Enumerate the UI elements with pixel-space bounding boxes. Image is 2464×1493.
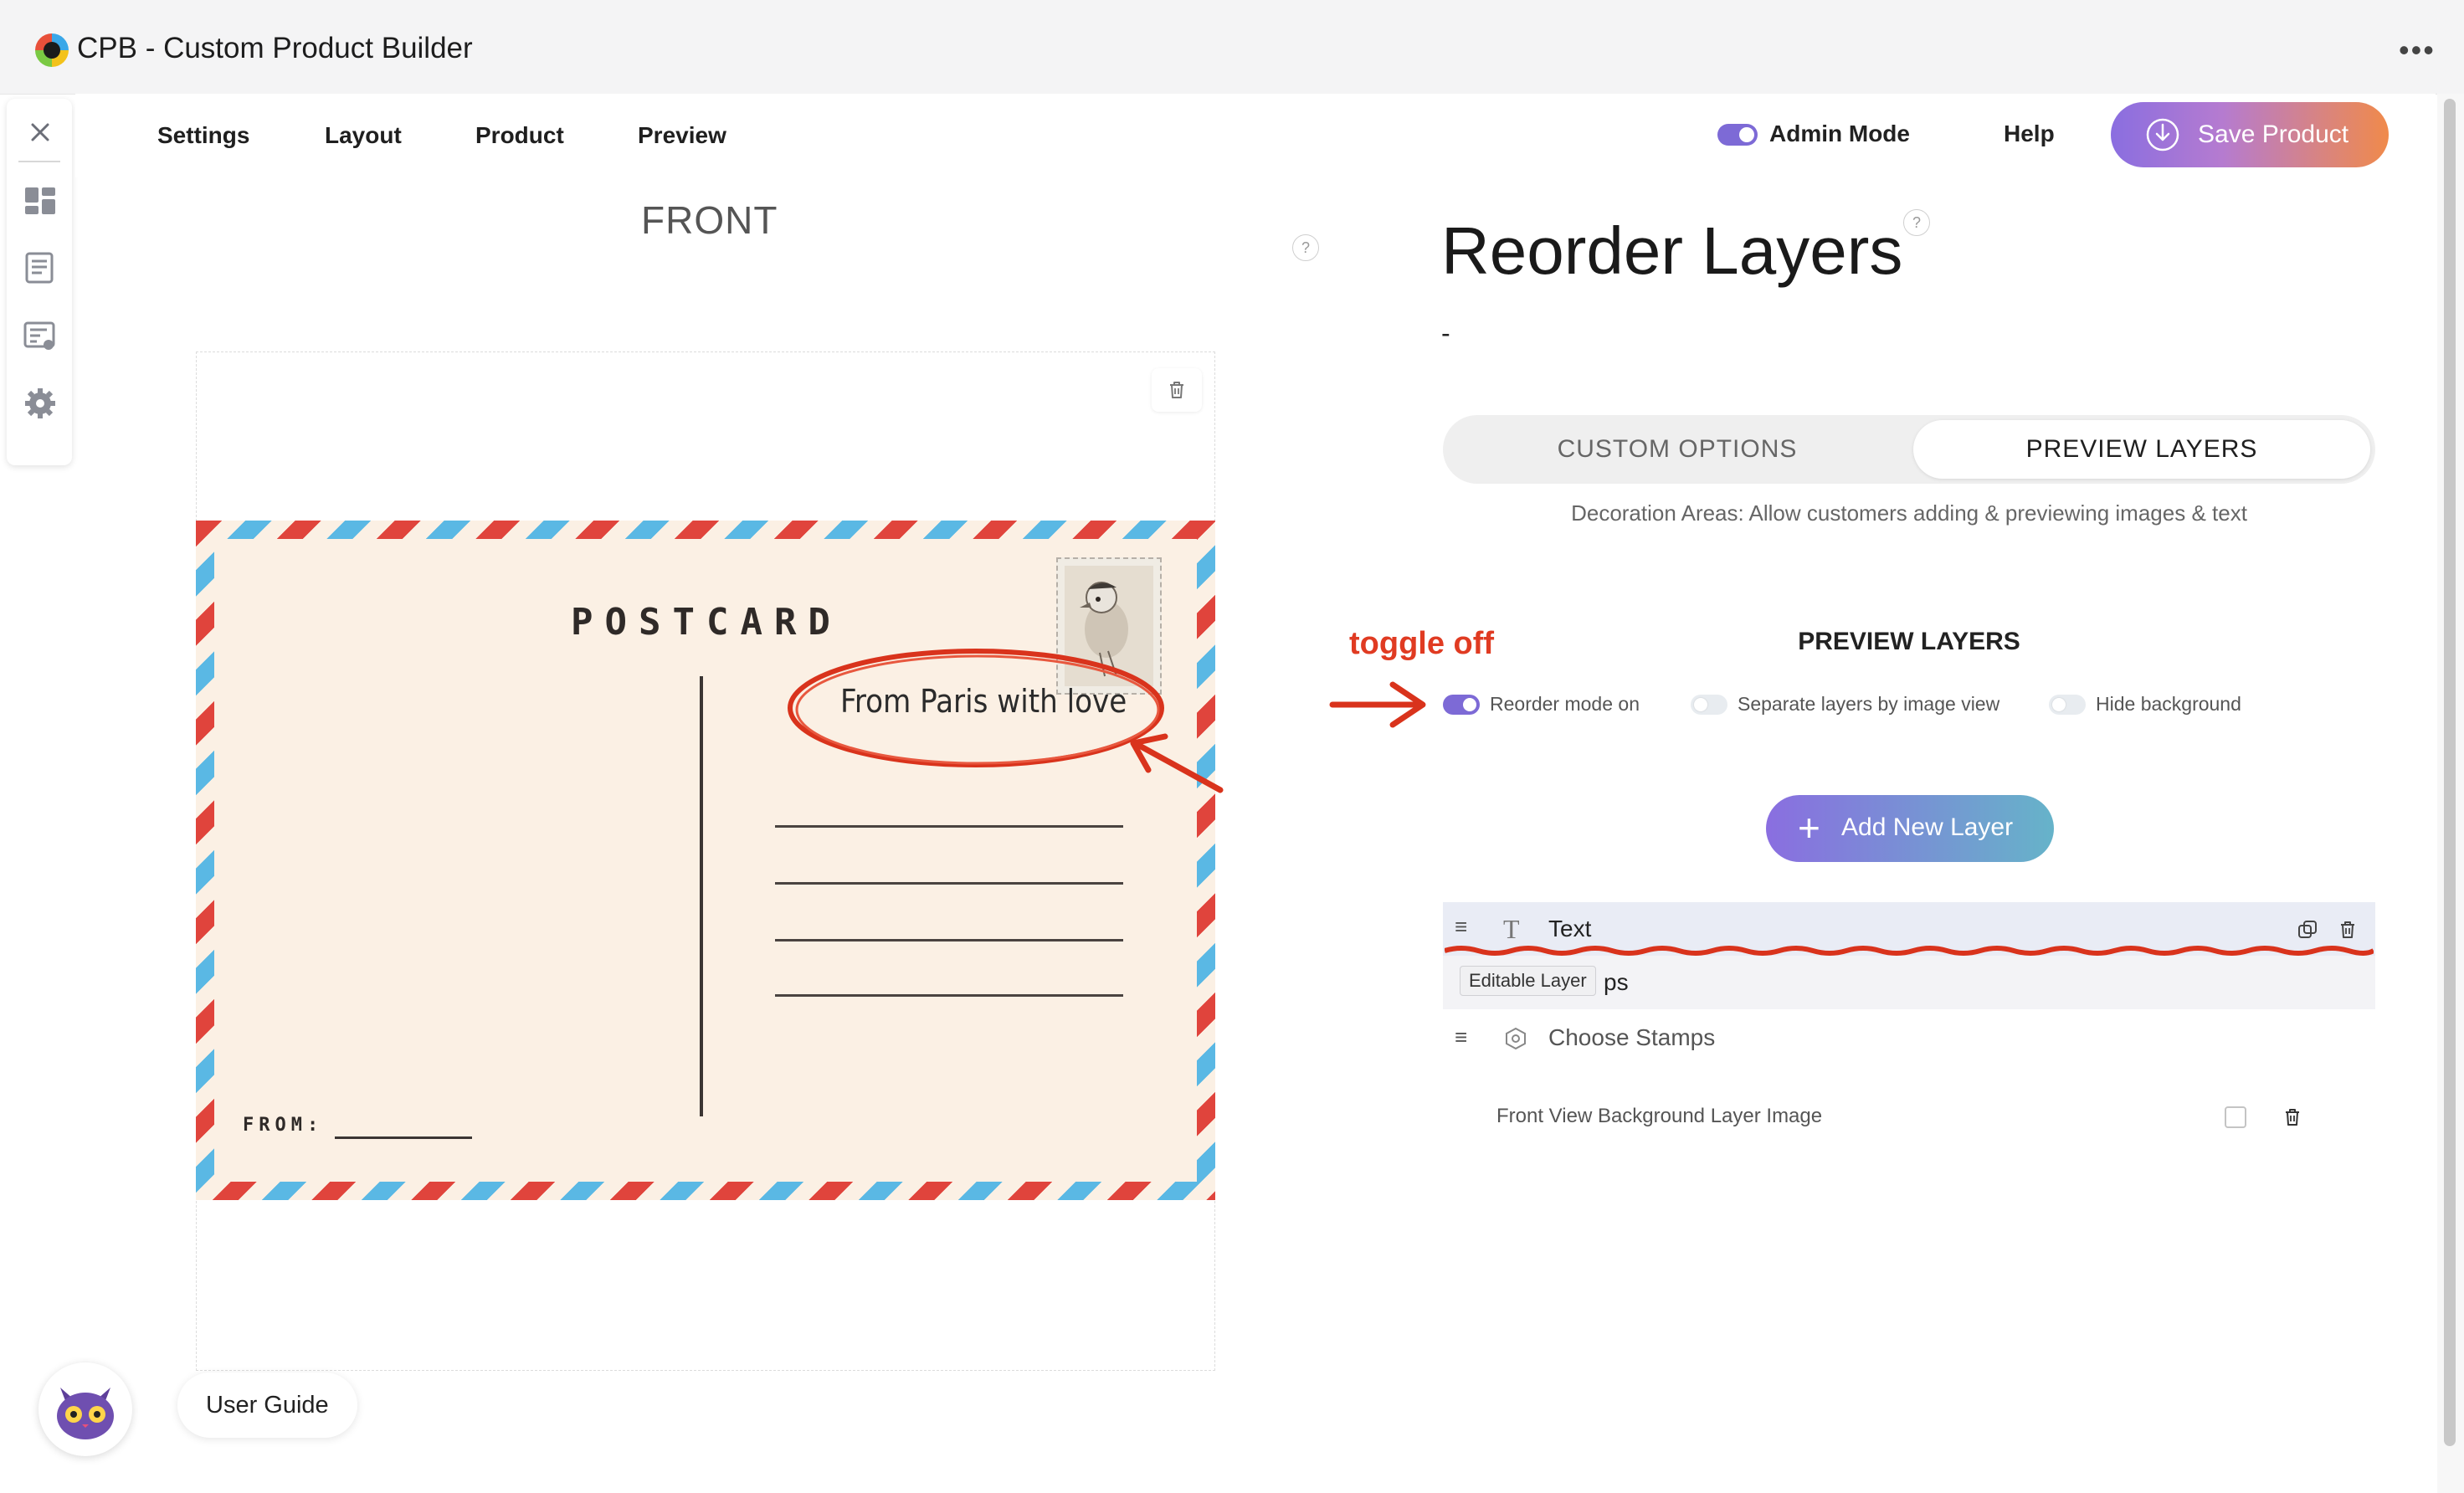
decoration-description: Decoration Areas: Allow customers adding… [1571, 500, 2247, 526]
drag-handle-icon[interactable]: ≡ [1455, 1026, 1467, 1048]
separate-layers-label: Separate layers by image view [1738, 693, 2000, 715]
editable-layer-tooltip: Editable Layer [1460, 966, 1596, 996]
layer-row-choose-stamps[interactable]: ≡ Choose Stamps [1443, 1011, 2375, 1065]
panel-help-icon[interactable]: ? [1903, 209, 1930, 236]
panel-subtitle: - [1441, 318, 1450, 348]
plus-icon: + [1798, 806, 1820, 849]
layer-name-fragment: ps [1604, 969, 1629, 995]
panel-title: Reorder Layers [1441, 213, 1903, 288]
user-guide-button[interactable]: User Guide [177, 1372, 357, 1438]
hexagon-icon [1506, 1027, 1526, 1050]
mascot-avatar[interactable] [38, 1362, 132, 1456]
separate-layers-toggle[interactable] [1691, 695, 1727, 715]
layer-name: Text [1548, 916, 1592, 941]
background-layer-checkbox[interactable] [2225, 1106, 2246, 1128]
text-icon: T [1503, 914, 1520, 944]
drag-handle-icon[interactable]: ≡ [1455, 916, 1467, 937]
trash-icon[interactable] [2282, 1106, 2303, 1128]
hide-background-toggle[interactable] [2049, 695, 2086, 715]
tab-preview-layers[interactable]: PREVIEW LAYERS [1913, 420, 2370, 479]
duplicate-icon[interactable] [2297, 919, 2318, 941]
panel-tabs: CUSTOM OPTIONS PREVIEW LAYERS [1443, 415, 2375, 484]
trash-icon[interactable] [2337, 919, 2359, 941]
hide-background-label: Hide background [2096, 693, 2241, 715]
add-new-layer-button[interactable]: + Add New Layer [1766, 795, 2054, 862]
section-heading: PREVIEW LAYERS [1798, 628, 2020, 655]
background-layer-label: Front View Background Layer Image [1496, 1105, 1823, 1127]
tab-custom-options[interactable]: CUSTOM OPTIONS [1443, 415, 1912, 484]
layer-name: Choose Stamps [1548, 1024, 1716, 1050]
reorder-mode-toggle[interactable] [1443, 695, 1480, 715]
add-new-layer-label: Add New Layer [1841, 813, 2014, 841]
annotation-overlay [788, 649, 1426, 793]
reorder-mode-label: Reorder mode on [1490, 693, 1640, 715]
